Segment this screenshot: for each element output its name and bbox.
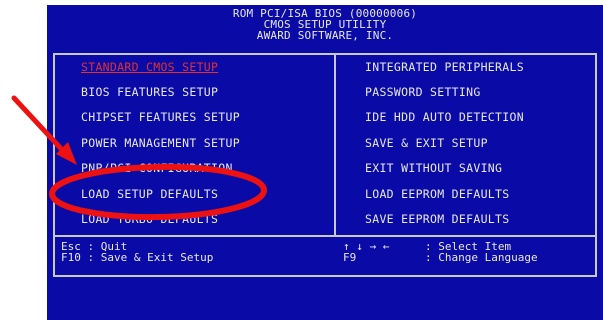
bios-setup-screen: ROM PCI/ISA BIOS (00000006) CMOS SETUP U…: [47, 5, 603, 320]
help-f9-key: F9: [343, 251, 357, 264]
help-change-language: : Change Language: [425, 251, 538, 264]
left-border: [53, 53, 55, 277]
menu-item-password-setting[interactable]: PASSWORD SETTING: [365, 85, 481, 99]
column-divider: [334, 53, 336, 236]
menu-item-save-exit-setup[interactable]: SAVE & EXIT SETUP: [365, 136, 488, 150]
menu-item-chipset-features-setup[interactable]: CHIPSET FEATURES SETUP: [81, 110, 240, 124]
header-divider: [53, 53, 597, 55]
menu-item-load-setup-defaults[interactable]: LOAD SETUP DEFAULTS: [81, 187, 218, 201]
help-f10-save-exit: F10 : Save & Exit Setup: [61, 251, 214, 264]
menu-item-exit-without-saving[interactable]: EXIT WITHOUT SAVING: [365, 161, 502, 175]
menu-item-bios-features-setup[interactable]: BIOS FEATURES SETUP: [81, 85, 218, 99]
bios-vendor-title: AWARD SOFTWARE, INC.: [256, 29, 394, 42]
right-border: [595, 53, 597, 277]
menu-item-pnp-pci-configuration[interactable]: PNP/PCI CONFIGURATION: [81, 161, 233, 175]
menu-item-load-eeprom-defaults[interactable]: LOAD EEPROM DEFAULTS: [365, 187, 509, 201]
menu-item-save-eeprom-defaults[interactable]: SAVE EEPROM DEFAULTS: [365, 212, 509, 226]
menu-item-integrated-peripherals[interactable]: INTEGRATED PERIPHERALS: [365, 60, 524, 74]
menu-item-load-turbo-defaults[interactable]: LOAD TURBO DEFAULTS: [81, 212, 218, 226]
help-bottom-divider: [53, 275, 597, 277]
menu-item-standard-cmos-setup[interactable]: STANDARD CMOS SETUP: [81, 60, 218, 74]
menu-item-ide-hdd-auto-detection[interactable]: IDE HDD AUTO DETECTION: [365, 110, 524, 124]
menu-bottom-divider: [53, 235, 597, 237]
menu-item-power-management-setup[interactable]: POWER MANAGEMENT SETUP: [81, 136, 240, 150]
screenshot: ROM PCI/ISA BIOS (00000006) CMOS SETUP U…: [0, 0, 603, 320]
bios-header: ROM PCI/ISA BIOS (00000006) CMOS SETUP U…: [47, 5, 603, 53]
